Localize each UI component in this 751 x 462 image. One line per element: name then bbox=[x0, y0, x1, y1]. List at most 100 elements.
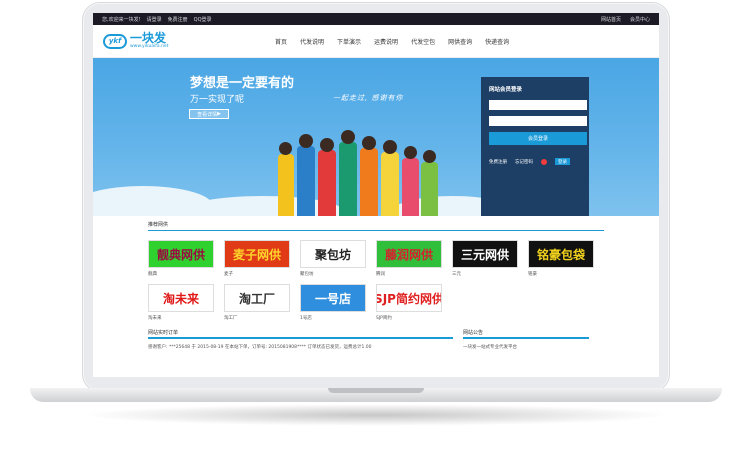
qq-login-label: 登录 bbox=[555, 158, 570, 165]
supplier-card[interactable]: 藤润网供 腾润 bbox=[376, 240, 442, 278]
register-link[interactable]: 免费注册 bbox=[168, 16, 188, 23]
person-figure bbox=[402, 158, 419, 216]
banner-title: 梦想是一定要有的 bbox=[190, 76, 295, 91]
person-figure bbox=[421, 162, 438, 216]
forgot-password-link[interactable]: 忘记密码 bbox=[515, 159, 533, 165]
hero-banner: 梦想是一定要有的 万一实现了呢 查看详情 ▶ 一起走过, 感谢有你 网站会员登录… bbox=[93, 58, 659, 216]
person-figure bbox=[381, 152, 399, 216]
laptop-shadow bbox=[80, 404, 672, 426]
banner-script-text: 一起走过, 感谢有你 bbox=[333, 94, 404, 102]
website-screen: 您,欢迎来一块发! 请登录 免费注册 QQ登录 网站首页 会员中心 ykf 一块… bbox=[93, 13, 659, 377]
person-figure bbox=[339, 142, 357, 216]
supplier-name[interactable]: 1号店 bbox=[300, 315, 366, 322]
qq-login-link[interactable]: QQ登录 bbox=[194, 16, 212, 23]
login-link[interactable]: 请登录 bbox=[147, 16, 162, 23]
nav-item-shipping-fee[interactable]: 运费说明 bbox=[374, 37, 398, 46]
person-head bbox=[383, 140, 397, 154]
supplier-logo[interactable]: 藤润网供 bbox=[376, 240, 442, 268]
supplier-name[interactable]: 麦子 bbox=[224, 271, 290, 278]
supplier-name[interactable]: 淘工厂 bbox=[224, 315, 290, 322]
member-login-panel: 网站会员登录 会员登录 免费注册 忘记密码 登录 bbox=[481, 77, 589, 216]
supplier-logo[interactable]: 铭豪包袋 bbox=[528, 240, 594, 268]
supplier-logo[interactable]: 靓典网供 bbox=[148, 240, 214, 268]
person-head bbox=[404, 146, 417, 159]
supplier-card[interactable]: 一号店 1号店 bbox=[300, 284, 366, 322]
supplier-card[interactable]: 淘工厂 淘工厂 bbox=[224, 284, 290, 322]
supplier-name[interactable]: 铭豪 bbox=[528, 271, 594, 278]
top-bar-right: 网站首页 会员中心 bbox=[592, 16, 650, 23]
person-figure bbox=[297, 146, 315, 216]
username-input[interactable] bbox=[489, 100, 587, 110]
section-title: 推荐网供 bbox=[148, 216, 604, 231]
supplier-card[interactable]: 三元网供 三元 bbox=[452, 240, 518, 278]
supplier-logo[interactable]: 聚包坊 bbox=[300, 240, 366, 268]
live-orders-title: 网站实时订单 bbox=[148, 326, 453, 339]
person-figure bbox=[278, 154, 294, 216]
member-center-link[interactable]: 会员中心 bbox=[630, 16, 650, 23]
supplier-name[interactable]: 聚包坊 bbox=[300, 271, 366, 278]
supplier-card[interactable]: 靓典网供 靓典 bbox=[148, 240, 214, 278]
top-bar: 您,欢迎来一块发! 请登录 免费注册 QQ登录 网站首页 会员中心 bbox=[93, 13, 659, 25]
supplier-card[interactable]: SJP简约网供 SJP简约 bbox=[376, 284, 442, 322]
logo-text: 一块发 www.yikuaifa.net bbox=[130, 32, 168, 50]
nav-item-express-tracking[interactable]: 快递查询 bbox=[485, 37, 509, 46]
supplier-name[interactable]: 腾润 bbox=[376, 271, 442, 278]
supplier-logo[interactable]: 淘未来 bbox=[148, 284, 214, 312]
supplier-logo[interactable]: 三元网供 bbox=[452, 240, 518, 268]
supplier-logo[interactable]: SJP简约网供 bbox=[376, 284, 442, 312]
play-icon: ▶ bbox=[217, 111, 221, 117]
login-title: 网站会员登录 bbox=[489, 87, 523, 93]
recommended-suppliers-section: 推荐网供 靓典网供 靓典 麦子网供 麦子 聚包坊 聚包坊 藤润网供 腾润 三元网供 三元 铭豪包袋铭… bbox=[93, 216, 659, 322]
supplier-name[interactable]: 三元 bbox=[452, 271, 518, 278]
person-figure bbox=[360, 148, 378, 216]
nav-item-empty-package[interactable]: 代发空包 bbox=[411, 37, 435, 46]
banner-details-button[interactable]: 查看详情 ▶ bbox=[189, 109, 229, 119]
qq-icon bbox=[541, 158, 547, 165]
supplier-grid: 靓典网供 靓典 麦子网供 麦子 聚包坊 聚包坊 藤润网供 腾润 三元网供 三元 铭豪包袋 铭豪 淘未来淘… bbox=[148, 231, 604, 322]
person-head bbox=[320, 138, 334, 152]
laptop-notch bbox=[328, 388, 424, 393]
member-login-button[interactable]: 会员登录 bbox=[489, 132, 587, 145]
supplier-name[interactable]: 淘未来 bbox=[148, 315, 214, 322]
person-head bbox=[423, 150, 436, 163]
home-link[interactable]: 网站首页 bbox=[601, 16, 621, 23]
person-head bbox=[279, 142, 292, 155]
announcements-title: 网站公告 bbox=[463, 326, 589, 339]
people-illustration bbox=[273, 114, 443, 216]
main-nav: 首页 代发说明 下单演示 运费说明 代发空包 网供查询 快递查询 bbox=[275, 37, 522, 46]
login-links: 免费注册 忘记密码 登录 bbox=[489, 158, 581, 165]
supplier-card[interactable]: 麦子网供 麦子 bbox=[224, 240, 290, 278]
supplier-logo[interactable]: 一号店 bbox=[300, 284, 366, 312]
logo-badge: ykf bbox=[103, 33, 127, 49]
banner-subtitle: 万一实现了呢 bbox=[190, 95, 245, 105]
supplier-card[interactable]: 聚包坊 聚包坊 bbox=[300, 240, 366, 278]
person-head bbox=[341, 130, 355, 144]
logo-url: www.yikuaifa.net bbox=[130, 44, 169, 49]
person-head bbox=[299, 134, 313, 148]
header: ykf 一块发 www.yikuaifa.net 首页 代发说明 下单演示 运费… bbox=[93, 25, 659, 58]
banner-button-label: 查看详情 bbox=[197, 111, 218, 118]
nav-item-home[interactable]: 首页 bbox=[275, 37, 287, 46]
nav-item-order-demo[interactable]: 下单演示 bbox=[337, 37, 361, 46]
person-head bbox=[362, 136, 376, 150]
supplier-card[interactable]: 淘未来 淘未来 bbox=[148, 284, 214, 322]
supplier-logo[interactable]: 淘工厂 bbox=[224, 284, 290, 312]
person-figure bbox=[318, 150, 336, 216]
announcement-line[interactable]: 一块发一站式专业代发平台 bbox=[463, 344, 589, 350]
live-orders-panel: 网站实时订单 感谢客户: ***25648 于 2015-08-19 在本站下单… bbox=[148, 326, 453, 350]
nav-item-dropship-guide[interactable]: 代发说明 bbox=[300, 37, 324, 46]
free-register-link[interactable]: 免费注册 bbox=[489, 159, 507, 165]
bottom-section: 网站实时订单 感谢客户: ***25648 于 2015-08-19 在本站下单… bbox=[93, 326, 659, 350]
qq-login-button[interactable]: 登录 bbox=[541, 158, 578, 165]
logo-name: 一块发 bbox=[130, 31, 167, 45]
supplier-logo[interactable]: 麦子网供 bbox=[224, 240, 290, 268]
supplier-name[interactable]: 靓典 bbox=[148, 271, 214, 278]
live-order-line: 感谢客户: ***25648 于 2015-08-19 在本站下单，订单号: 2… bbox=[148, 345, 372, 350]
nav-item-supplier-search[interactable]: 网供查询 bbox=[448, 37, 472, 46]
announcements-panel: 网站公告 一块发一站式专业代发平台 bbox=[463, 326, 589, 350]
welcome-text: 您,欢迎来一块发! bbox=[102, 16, 141, 23]
site-logo[interactable]: ykf 一块发 www.yikuaifa.net bbox=[103, 32, 223, 50]
password-input[interactable] bbox=[489, 116, 587, 126]
supplier-name[interactable]: SJP简约 bbox=[376, 315, 442, 322]
supplier-card[interactable]: 铭豪包袋 铭豪 bbox=[528, 240, 594, 278]
